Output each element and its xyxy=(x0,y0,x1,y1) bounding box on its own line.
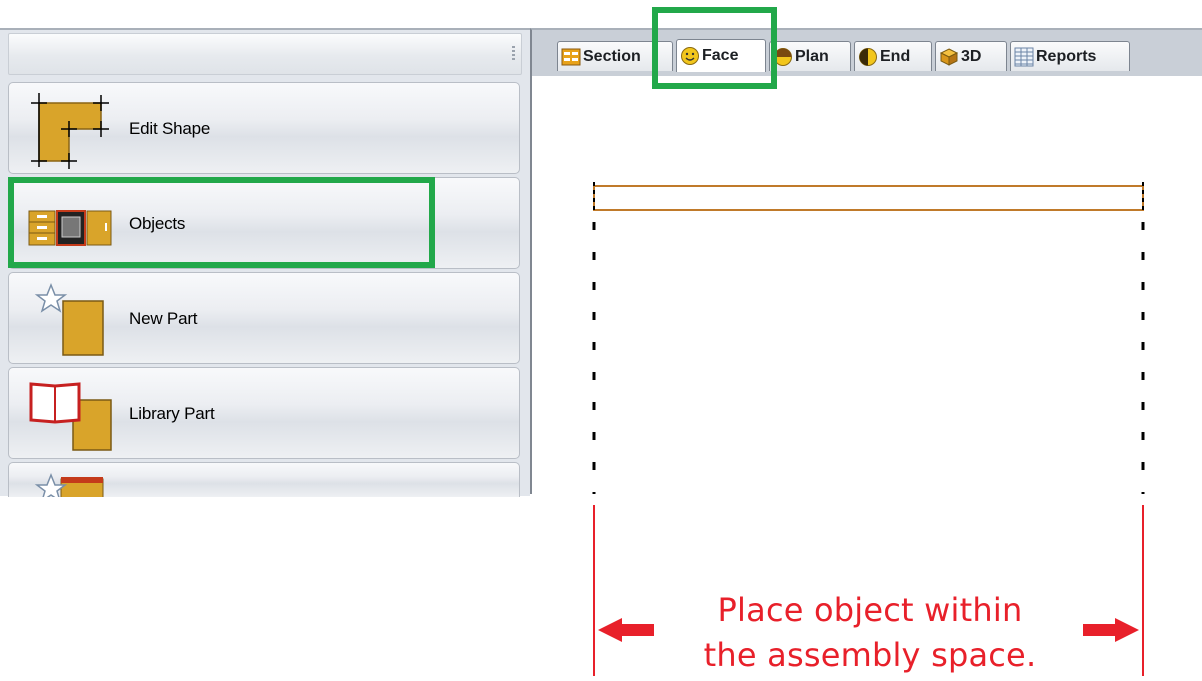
instruction-line-1: Place object within xyxy=(717,591,1023,629)
instruction-line-2: the assembly space. xyxy=(703,636,1037,674)
assembly-space-drawing xyxy=(592,182,1145,676)
top-part-outline[interactable] xyxy=(593,185,1144,211)
instruction-callout: Place object within the assembly space. xyxy=(600,588,1140,678)
